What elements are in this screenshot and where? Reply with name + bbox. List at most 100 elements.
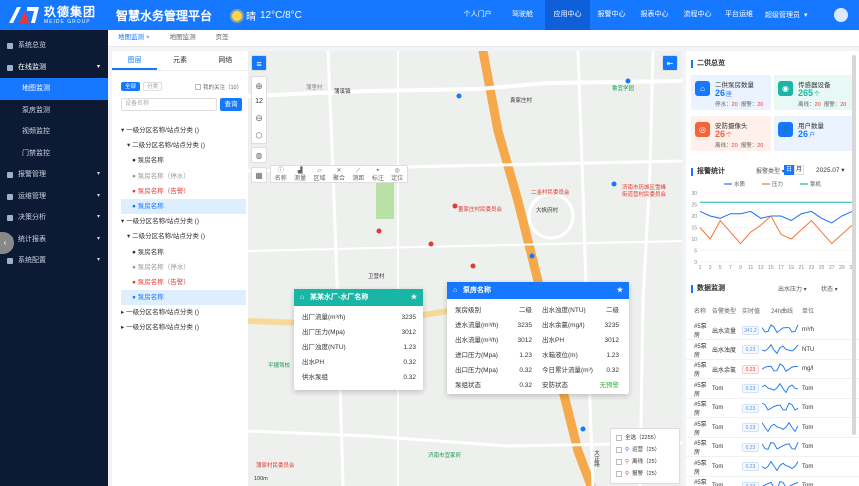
table-row[interactable]: #5泵房 出水浊度 0.23 NTU — [686, 341, 859, 360]
sidebar-item-ops[interactable]: 运维管理 ▾ — [0, 186, 108, 208]
menu-icon[interactable]: ≡ — [251, 55, 267, 71]
tab-page[interactable]: 页签 — [206, 30, 239, 46]
sidebar-item-decision[interactable]: 决策分析 ▾ — [0, 207, 108, 229]
sidebar-sub-pump-monitor[interactable]: 泵房监测 — [0, 100, 108, 122]
cell-unit: Tom — [802, 385, 814, 392]
sidebar-sub-video-monitor[interactable]: 视频监控 — [0, 121, 108, 143]
device-search-input[interactable]: 设备名称 — [121, 98, 217, 111]
tree-node[interactable]: ▸ 一级分区名称/站点分类 () — [121, 320, 246, 335]
table-row[interactable]: #5泵房Tom0.23Tom — [686, 438, 859, 457]
panel-toggle-icon[interactable]: ⇤ — [662, 55, 678, 71]
tool-cluster[interactable]: ✕ 聚合 — [329, 166, 348, 182]
nav-app-center[interactable]: 应用中心 — [545, 0, 590, 30]
popup-row: 泵组状态 0.32 安防状态 无预警 — [455, 378, 623, 393]
map-view[interactable]: 蒲溪镇 蒲里村 袁家庄村 鲁宜学园 二金村民委员会 大帆府村 济南市历城区雪峰街… — [248, 51, 682, 486]
cell-value: 0.23 — [742, 403, 762, 413]
legend-offline[interactable]: ⚲ 离线（25） — [616, 456, 674, 468]
nav-alarm-center[interactable]: 报警中心 — [590, 0, 633, 30]
tree-node[interactable]: ● 泵房名称 — [121, 290, 246, 306]
nav-ops[interactable]: 平台运维 — [719, 0, 759, 30]
table-row[interactable]: #5泵房Tom0.23Tom — [686, 380, 859, 399]
table-row[interactable]: #5泵房 出水余氯 0.23 mg/l — [686, 360, 859, 379]
popup-header: ⌂ 某某水厂-水厂名称 ★ — [294, 289, 423, 306]
stat-card[interactable]: ⌂ 二供泵房数量 26座 停水：20 报警：20 — [691, 75, 771, 110]
sidebar-item-config[interactable]: 系统配置 ▾ — [0, 250, 108, 272]
tab-map-monitor-2[interactable]: 地图监测 — [160, 30, 206, 46]
legend-running[interactable]: ⚲ 运营（25） — [616, 444, 674, 456]
alarm-type-select[interactable]: 报警类型 ▾ — [756, 166, 785, 175]
legend-alarm[interactable]: ⚲ 报警（25） — [616, 468, 674, 480]
field-label: 出口压力(Mpa) — [455, 367, 498, 374]
popup-row: 进水流量(m³/h) 3235 出水余氯(mg/l) 3235 — [455, 318, 623, 333]
hexagon-icon[interactable]: ⬡ — [252, 127, 266, 145]
globe-icon[interactable]: ◍ — [251, 147, 267, 163]
avatar[interactable] — [834, 8, 848, 22]
legend-all[interactable]: 全选（2255） — [616, 432, 674, 444]
tab-layers[interactable]: 图层 — [112, 51, 158, 70]
tree-node[interactable]: ▸ 一级分区名称/站点分类 () — [121, 305, 246, 320]
table-row[interactable]: #5泵房Tom0.23Tom — [686, 477, 859, 486]
metric-filter-select[interactable]: 出水压力 ▾ — [778, 284, 807, 293]
zoom-out-button[interactable]: ⊖ — [252, 109, 266, 127]
tab-elements[interactable]: 元素 — [157, 51, 202, 70]
period-month-button[interactable]: 月 — [794, 165, 804, 175]
chip-category[interactable]: 分类 — [143, 82, 163, 91]
stat-card[interactable]: ◉ 传感器设备 265个 离线：20 报警：20 — [774, 75, 854, 110]
search-button[interactable]: 查询 — [220, 98, 242, 111]
nav-report-center[interactable]: 报表中心 — [633, 0, 676, 30]
tool-locate[interactable]: ◎ 定位 — [388, 166, 407, 182]
star-icon[interactable]: ★ — [411, 289, 417, 306]
date-select[interactable]: 2025.07 ▾ — [816, 166, 845, 174]
nav-cockpit[interactable]: 驾驶舱 — [500, 0, 545, 30]
sidebar-item-online-monitor[interactable]: 在线监测 ▾ — [0, 57, 108, 79]
cell-type: 出水余氯 — [712, 367, 737, 374]
zoom-in-button[interactable]: ⊕ — [252, 77, 266, 95]
sidebar-sub-door-monitor[interactable]: 门禁监控 — [0, 143, 108, 165]
chip-all[interactable]: 全部 — [121, 82, 141, 91]
tree-node[interactable]: ▾ 一级分区名称/站点分类 () — [121, 123, 246, 138]
tree-node[interactable]: ● 泵房名称（停水） — [121, 260, 246, 275]
sidebar: 系统总览 在线监测 ▾ 地图监测 泵房监测 视频监控 门禁监控 报警管理 ▾ 运维管… — [0, 30, 108, 486]
tab-map-monitor[interactable]: 地图监测 × — [108, 30, 160, 46]
sidebar-item-overview[interactable]: 系统总览 — [0, 35, 108, 57]
star-icon[interactable]: ★ — [617, 282, 623, 299]
tool-name[interactable]: ⓘ 名称 — [271, 166, 290, 182]
status-filter-select[interactable]: 状态 ▾ — [821, 284, 838, 293]
tool-distance[interactable]: ⟋ 测距 — [349, 166, 368, 182]
legend-label: 水质 — [734, 180, 746, 188]
tool-mark[interactable]: ⌖ 标注 — [368, 166, 387, 182]
tree-node[interactable]: ▾ 二级分区名称/站点分类 () — [121, 229, 246, 244]
stat-card[interactable]: 👤 用户数量 26户 — [774, 116, 854, 151]
my-attention-checkbox[interactable]: 我的关注（10） — [195, 83, 242, 91]
tree-node[interactable]: ▾ 一级分区名称/站点分类 () — [121, 214, 246, 229]
table-row[interactable]: #5泵房 出水流量 341.2 m³/h — [686, 321, 859, 340]
nav-process-center[interactable]: 流程中心 — [676, 0, 719, 30]
table-row[interactable]: #5泵房Tom0.23Tom — [686, 458, 859, 477]
tool-measure[interactable]: ▟ 测量 — [290, 166, 309, 182]
layers-icon[interactable]: ▦ — [251, 167, 267, 183]
tree-node[interactable]: ● 泵房名称（告警） — [121, 275, 246, 290]
sidebar-item-alarm[interactable]: 报警管理 ▾ — [0, 164, 108, 186]
tree-node[interactable]: ● 泵房名称 — [121, 245, 246, 260]
tree-node[interactable]: ● 泵房名称 — [121, 153, 246, 168]
table-row[interactable]: #5泵房Tom0.23Tom — [686, 399, 859, 418]
field-value: 0.32 — [519, 382, 532, 389]
period-day-button[interactable]: 日 — [784, 165, 794, 175]
table-row[interactable]: #5泵房Tom0.23Tom — [686, 419, 859, 438]
tree-node[interactable]: ● 泵房名称（停水） — [121, 169, 246, 184]
tab-network[interactable]: 网络 — [203, 51, 248, 70]
tree-node[interactable]: ▾ 二级分区名称/站点分类 () — [121, 138, 246, 153]
sidebar-item-reports[interactable]: 统计报表 ▾ — [0, 229, 108, 251]
scrollbar[interactable] — [852, 55, 856, 435]
user-menu[interactable]: 超级管理员 ▾ — [765, 10, 808, 20]
zoom-level: 12 — [255, 98, 263, 105]
stat-card[interactable]: ◎ 安防摄像头 26个 离线：20 报警：20 — [691, 116, 771, 151]
sidebar-sub-map-monitor[interactable]: 地图监测 — [0, 78, 108, 100]
close-icon[interactable]: × — [146, 34, 150, 41]
tree-node[interactable]: ● 泵房名称（告警） — [121, 184, 246, 199]
field-label: 出水流量(m³/h) — [455, 337, 499, 344]
tool-area[interactable]: ▱ 区域 — [310, 166, 329, 182]
tree-node[interactable]: ● 泵房名称 — [121, 198, 246, 215]
y-tick-label: 10 — [691, 237, 697, 243]
nav-portal[interactable]: 个人门户 — [455, 0, 500, 30]
